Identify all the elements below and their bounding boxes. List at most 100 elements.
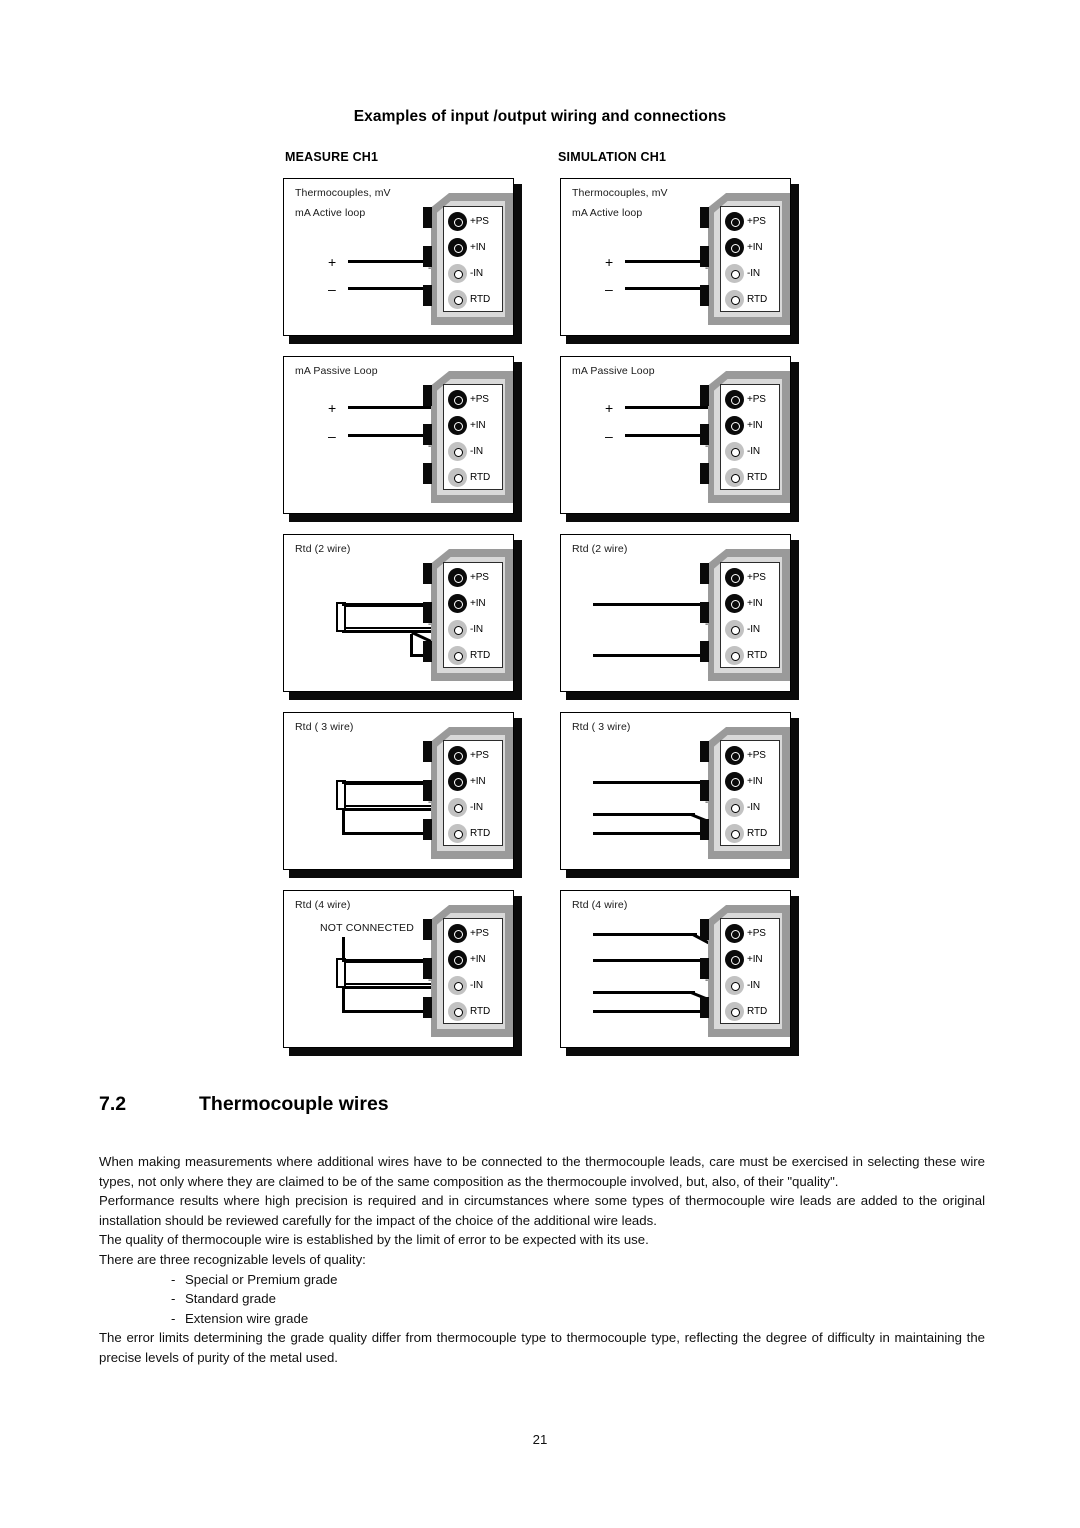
terminal-ps[interactable]: +PS bbox=[446, 564, 502, 590]
panel-dash-mark: - bbox=[705, 441, 709, 452]
terminal-plus-in[interactable]: +IN bbox=[723, 768, 779, 794]
diagram-simulation-thermocouples-mv: Thermocouples, mV mA Active loop + – - +… bbox=[560, 178, 799, 344]
terminal-block: - +PS +IN -IN RTD bbox=[428, 206, 503, 312]
terminal-ps[interactable]: +PS bbox=[723, 564, 779, 590]
terminal-minus-in[interactable]: -IN bbox=[446, 616, 502, 642]
polarity-minus: – bbox=[328, 428, 336, 444]
terminal-label: RTD bbox=[470, 827, 491, 839]
terminal-ps[interactable]: +PS bbox=[446, 386, 502, 412]
terminal-minus-in[interactable]: -IN bbox=[723, 438, 779, 464]
terminal-panel: - +PS +IN -IN RTD bbox=[423, 727, 513, 859]
diagram-box: Rtd ( 3 wire) - +PS +IN -IN RTD bbox=[283, 712, 514, 870]
terminal-plus-in[interactable]: +IN bbox=[446, 234, 502, 260]
terminal-label: +IN bbox=[470, 597, 486, 609]
terminal-rtd[interactable]: RTD bbox=[446, 820, 502, 846]
terminal-block: - +PS +IN -IN RTD bbox=[705, 562, 780, 668]
terminal-rtd[interactable]: RTD bbox=[723, 286, 779, 312]
jack-icon bbox=[725, 619, 744, 639]
terminal-plus-in[interactable]: +IN bbox=[723, 590, 779, 616]
terminal-ps[interactable]: +PS bbox=[723, 742, 779, 768]
diagram-caption-line1: Rtd ( 3 wire) bbox=[295, 721, 354, 733]
list-item: - Extension wire grade bbox=[171, 1309, 985, 1329]
panel-side-tab bbox=[423, 919, 432, 940]
terminal-panel: - +PS +IN -IN RTD bbox=[700, 727, 790, 859]
terminal-label: +PS bbox=[747, 393, 766, 405]
terminal-plus-in[interactable]: +IN bbox=[446, 412, 502, 438]
terminal-panel: - +PS +IN -IN RTD bbox=[423, 193, 513, 325]
terminal-plus-in[interactable]: +IN bbox=[723, 946, 779, 972]
diagram-caption-line1: Thermocouples, mV bbox=[572, 187, 668, 199]
terminal-minus-in[interactable]: -IN bbox=[723, 260, 779, 286]
panel-side-tab bbox=[700, 919, 709, 940]
terminal-label: +IN bbox=[470, 775, 486, 787]
terminal-plus-in[interactable]: +IN bbox=[446, 768, 502, 794]
terminal-minus-in[interactable]: -IN bbox=[723, 616, 779, 642]
diagram-caption-line1: Rtd ( 3 wire) bbox=[572, 721, 631, 733]
terminal-ps[interactable]: +PS bbox=[723, 920, 779, 946]
terminal-panel: - +PS +IN -IN RTD bbox=[423, 371, 513, 503]
diagram-box: Rtd (2 wire) - +PS +IN -IN RTD bbox=[283, 534, 514, 692]
terminal-label: +IN bbox=[470, 419, 486, 431]
terminal-rtd[interactable]: RTD bbox=[446, 464, 502, 490]
terminal-plus-in[interactable]: +IN bbox=[723, 234, 779, 260]
jack-icon bbox=[448, 289, 467, 309]
terminal-rtd[interactable]: RTD bbox=[446, 642, 502, 668]
terminal-label: +IN bbox=[747, 953, 763, 965]
terminal-minus-in[interactable]: -IN bbox=[446, 438, 502, 464]
terminal-rtd[interactable]: RTD bbox=[446, 998, 502, 1024]
wire-to-rtd-upper bbox=[593, 991, 695, 994]
jack-icon bbox=[448, 645, 467, 665]
terminal-plus-in[interactable]: +IN bbox=[446, 590, 502, 616]
jack-icon bbox=[725, 237, 744, 257]
terminal-label: RTD bbox=[470, 649, 491, 661]
terminal-minus-in[interactable]: -IN bbox=[446, 260, 502, 286]
terminal-label: -IN bbox=[747, 267, 761, 279]
terminal-rtd[interactable]: RTD bbox=[723, 464, 779, 490]
terminal-panel: - +PS +IN -IN RTD bbox=[700, 371, 790, 503]
panel-side-tab bbox=[423, 819, 432, 840]
diagram-box: Thermocouples, mV mA Active loop + – - +… bbox=[283, 178, 514, 336]
terminal-label: RTD bbox=[747, 649, 768, 661]
terminal-plus-in[interactable]: +IN bbox=[446, 946, 502, 972]
terminal-ps[interactable]: +PS bbox=[446, 742, 502, 768]
terminal-panel: - +PS +IN -IN RTD bbox=[700, 549, 790, 681]
terminal-ps[interactable]: +PS bbox=[446, 920, 502, 946]
terminal-ps[interactable]: +PS bbox=[723, 386, 779, 412]
terminal-ps[interactable]: +PS bbox=[446, 208, 502, 234]
list-bullet: - bbox=[171, 1291, 176, 1307]
terminal-minus-in[interactable]: -IN bbox=[446, 794, 502, 820]
terminal-label: RTD bbox=[470, 471, 491, 483]
terminal-label: +PS bbox=[470, 749, 489, 761]
panel-side-tab bbox=[423, 385, 432, 406]
jack-icon bbox=[725, 389, 744, 409]
section-number: 7.2 bbox=[99, 1093, 127, 1115]
terminal-minus-in[interactable]: -IN bbox=[446, 972, 502, 998]
terminal-ps[interactable]: +PS bbox=[723, 208, 779, 234]
terminal-rtd[interactable]: RTD bbox=[723, 998, 779, 1024]
terminal-panel: - +PS +IN -IN RTD bbox=[423, 549, 513, 681]
terminal-rtd[interactable]: RTD bbox=[446, 286, 502, 312]
diagram-caption-line1: Thermocouples, mV bbox=[295, 187, 391, 199]
terminal-rtd[interactable]: RTD bbox=[723, 642, 779, 668]
panel-dash-mark: - bbox=[428, 619, 432, 630]
terminal-minus-in[interactable]: -IN bbox=[723, 794, 779, 820]
panel-side-tab bbox=[700, 819, 709, 840]
diagram-box: Rtd (4 wire) - +PS +IN -IN RTD bbox=[560, 890, 791, 1048]
terminal-label: -IN bbox=[747, 623, 761, 635]
terminal-block: - +PS +IN -IN RTD bbox=[428, 562, 503, 668]
terminal-block: - +PS +IN -IN RTD bbox=[705, 206, 780, 312]
diagram-caption-line1: Rtd (2 wire) bbox=[572, 543, 628, 555]
panel-side-tab bbox=[700, 285, 709, 306]
jack-icon bbox=[448, 415, 467, 435]
panel-side-tab bbox=[700, 641, 709, 662]
terminal-rtd[interactable]: RTD bbox=[723, 820, 779, 846]
panel-side-tab bbox=[423, 997, 432, 1018]
panel-dash-mark: - bbox=[428, 797, 432, 808]
terminal-minus-in[interactable]: -IN bbox=[723, 972, 779, 998]
jack-icon bbox=[448, 923, 467, 943]
jack-icon bbox=[725, 567, 744, 587]
terminal-label: -IN bbox=[470, 623, 484, 635]
terminal-label: +PS bbox=[470, 571, 489, 583]
terminal-plus-in[interactable]: +IN bbox=[723, 412, 779, 438]
jack-icon bbox=[725, 745, 744, 765]
